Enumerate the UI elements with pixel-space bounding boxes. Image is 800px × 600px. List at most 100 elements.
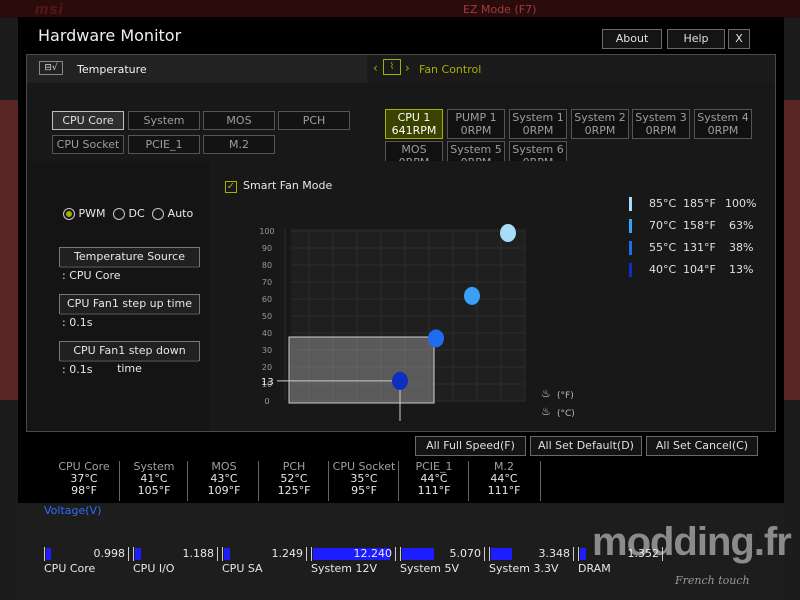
readout-percent: 13 xyxy=(261,377,274,388)
divider xyxy=(540,461,541,501)
temp-source-cpu-socket[interactable]: CPU Socket xyxy=(52,135,124,154)
voltage-system-12v: 12.240 System 12V xyxy=(311,547,396,575)
legend-pct: 38% xyxy=(729,241,754,254)
fan-control-header[interactable]: ‹ ⌇ › Fan Control xyxy=(367,55,775,83)
auto-radio[interactable] xyxy=(152,208,165,220)
fan-system3[interactable]: System 3 0RPM xyxy=(632,109,690,139)
fan-settings-panel: PWM DC Auto Temperature Source : CPU Cor… xyxy=(27,161,209,431)
all-full-speed-button[interactable]: All Full Speed(F) xyxy=(415,436,526,456)
ez-mode-hint: EZ Mode (F7) xyxy=(463,3,537,16)
fan-rpm: 0RPM xyxy=(522,124,554,137)
unit-f-label: (°F) xyxy=(557,391,574,401)
unit-c-label: (°C) xyxy=(557,409,575,419)
curve-point[interactable] xyxy=(428,329,444,348)
help-button[interactable]: Help xyxy=(667,29,725,49)
all-set-cancel-button[interactable]: All Set Cancel(C) xyxy=(646,436,758,456)
close-button[interactable]: X xyxy=(728,29,750,49)
y-tick-label: 60 xyxy=(262,295,272,304)
legend-f: 104°F xyxy=(683,263,716,276)
fan-name: System 3 xyxy=(635,111,687,124)
voltage-system-3-3v: 3.348 System 3.3V xyxy=(489,547,574,575)
fan-pump1[interactable]: PUMP 1 0RPM xyxy=(447,109,505,139)
temp-source-system[interactable]: System xyxy=(128,111,200,130)
temperature-header: ⊟√ Temperature xyxy=(27,55,367,83)
temp-source-m2[interactable]: M.2 xyxy=(203,135,275,154)
fan-system1[interactable]: System 1 0RPM xyxy=(509,109,567,139)
temperature-source-button[interactable]: Temperature Source xyxy=(59,247,200,268)
y-tick-label: 40 xyxy=(262,329,272,338)
fan-rpm: 0RPM xyxy=(460,124,492,137)
legend-c: 40°C xyxy=(649,263,677,276)
legend-pct: 13% xyxy=(729,263,754,276)
voltage-name: CPU Core xyxy=(44,562,96,575)
fan-name: PUMP 1 xyxy=(455,111,497,124)
voltage-value: 5.070 xyxy=(449,547,482,560)
fan-chart-icon: ⌇ xyxy=(383,59,401,75)
legend-pct: 100% xyxy=(725,197,757,210)
thermometer-icon: ♨ xyxy=(541,405,551,418)
temp-source-cpu-core[interactable]: CPU Core xyxy=(52,111,124,130)
chevron-left-icon[interactable]: ‹ xyxy=(373,61,378,75)
chevron-right-icon[interactable]: › xyxy=(405,61,410,75)
bios-top-bar: msi EZ Mode (F7) xyxy=(0,0,800,18)
voltage-cpu-sa: 1.249 CPU SA xyxy=(222,547,307,575)
temp-source-mos[interactable]: MOS xyxy=(203,111,275,130)
temp-f: 105°F xyxy=(137,484,171,497)
msi-logo: msi xyxy=(35,1,64,18)
dc-radio[interactable] xyxy=(113,208,126,220)
thermometer-icon: ♨ xyxy=(541,387,551,400)
temp-source-pch[interactable]: PCH xyxy=(278,111,350,130)
window-title: Hardware Monitor xyxy=(38,26,182,45)
dc-label: DC xyxy=(128,207,145,220)
fan-name: System 4 xyxy=(697,111,749,124)
voltage-name: CPU I/O xyxy=(133,562,175,575)
bios-left-edge xyxy=(0,100,18,400)
legend-f: 158°F xyxy=(683,219,716,232)
temperature-source-value: : CPU Core xyxy=(62,269,121,282)
y-tick-label: 0 xyxy=(264,397,269,406)
temp-readout-mos: MOS 43°C 109°F xyxy=(184,461,264,497)
legend-c: 55°C xyxy=(649,241,677,254)
temp-source-pcie1[interactable]: PCIE_1 xyxy=(128,135,200,154)
voltage-value: 0.998 xyxy=(93,547,126,560)
smart-fan-checkbox[interactable]: ✓ xyxy=(225,181,237,193)
fan-control-header-label: Fan Control xyxy=(419,63,482,76)
watermark: modding.fr xyxy=(592,520,792,564)
step-down-time-button[interactable]: CPU Fan1 step down time xyxy=(59,341,200,375)
about-button[interactable]: About xyxy=(602,29,662,49)
temp-readout-pch: PCH 52°C 125°F xyxy=(254,461,334,497)
temp-readout-cpu-socket: CPU Socket 35°C 95°F xyxy=(324,461,404,497)
auto-label: Auto xyxy=(167,207,194,220)
voltage-value: 12.240 xyxy=(353,547,393,560)
fan-cpu1[interactable]: CPU 1 641RPM xyxy=(385,109,443,139)
voltage-value: 1.249 xyxy=(271,547,304,560)
temp-f: 98°F xyxy=(71,484,97,497)
legend-f: 185°F xyxy=(683,197,716,210)
curve-point[interactable] xyxy=(464,286,480,305)
selected-region xyxy=(288,336,435,404)
fan-name: System 2 xyxy=(574,111,626,124)
fan-system2[interactable]: System 2 0RPM xyxy=(571,109,629,139)
y-tick-label: 100 xyxy=(259,227,274,236)
voltage-system-5v: 5.070 System 5V xyxy=(400,547,485,575)
fan-system4[interactable]: System 4 0RPM xyxy=(694,109,752,139)
temp-readout-cpu-core: CPU Core 37°C 98°F xyxy=(44,461,124,497)
y-tick-label: 30 xyxy=(262,346,272,355)
step-up-time-button[interactable]: CPU Fan1 step up time xyxy=(59,294,200,315)
y-tick-label: 90 xyxy=(262,244,272,253)
temperature-header-label: Temperature xyxy=(77,63,147,76)
curve-point[interactable] xyxy=(500,224,516,242)
voltage-name: System 3.3V xyxy=(489,562,559,575)
voltage-name: System 12V xyxy=(311,562,378,575)
fan-name: CPU 1 xyxy=(397,111,431,124)
voltage-cpu-io: 1.188 CPU I/O xyxy=(133,547,218,575)
all-set-default-button[interactable]: All Set Default(D) xyxy=(530,436,642,456)
pwm-radio[interactable] xyxy=(63,208,75,220)
curve-point[interactable] xyxy=(392,371,408,390)
y-tick-label: 50 xyxy=(262,312,272,321)
step-up-time-value: : 0.1s xyxy=(62,316,93,329)
temp-f: 111°F xyxy=(417,484,451,497)
legend-c: 85°C xyxy=(649,197,677,210)
voltage-bar-fill xyxy=(46,548,51,560)
source-selection-row: ⊟√ Temperature ‹ ⌇ › Fan Control CPU Cor… xyxy=(27,55,775,171)
